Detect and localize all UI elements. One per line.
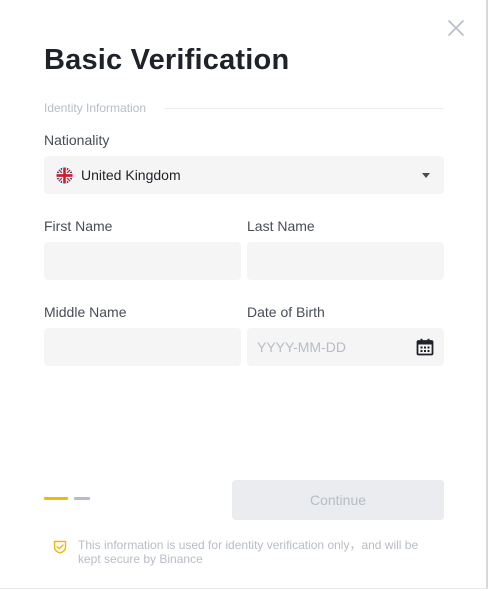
security-note: This information is used for identity ve… [78, 538, 419, 566]
caret-down-icon [422, 172, 430, 178]
calendar-icon[interactable] [416, 338, 434, 356]
verification-modal: Basic Verification Identity Information … [0, 0, 488, 589]
dob-input[interactable] [247, 328, 444, 366]
nationality-select[interactable]: United Kingdom [44, 156, 444, 194]
middle-name-label: Middle Name [44, 304, 127, 320]
first-name-input[interactable] [44, 242, 241, 280]
uk-flag-icon [56, 166, 73, 184]
dob-label: Date of Birth [247, 304, 325, 320]
step-1-indicator [44, 497, 68, 500]
page-title: Basic Verification [44, 44, 290, 76]
first-name-label: First Name [44, 218, 113, 234]
continue-button[interactable]: Continue [232, 480, 444, 520]
middle-name-input[interactable] [44, 328, 241, 366]
close-icon[interactable] [446, 18, 466, 38]
last-name-input[interactable] [247, 242, 444, 280]
nationality-label: Nationality [44, 132, 110, 148]
last-name-label: Last Name [247, 218, 315, 234]
section-divider [164, 107, 444, 109]
section-header: Identity Information [44, 100, 444, 116]
section-label: Identity Information [44, 101, 147, 115]
nationality-value: United Kingdom [81, 167, 181, 183]
step-2-indicator [74, 497, 90, 500]
shield-check-icon [53, 540, 67, 554]
